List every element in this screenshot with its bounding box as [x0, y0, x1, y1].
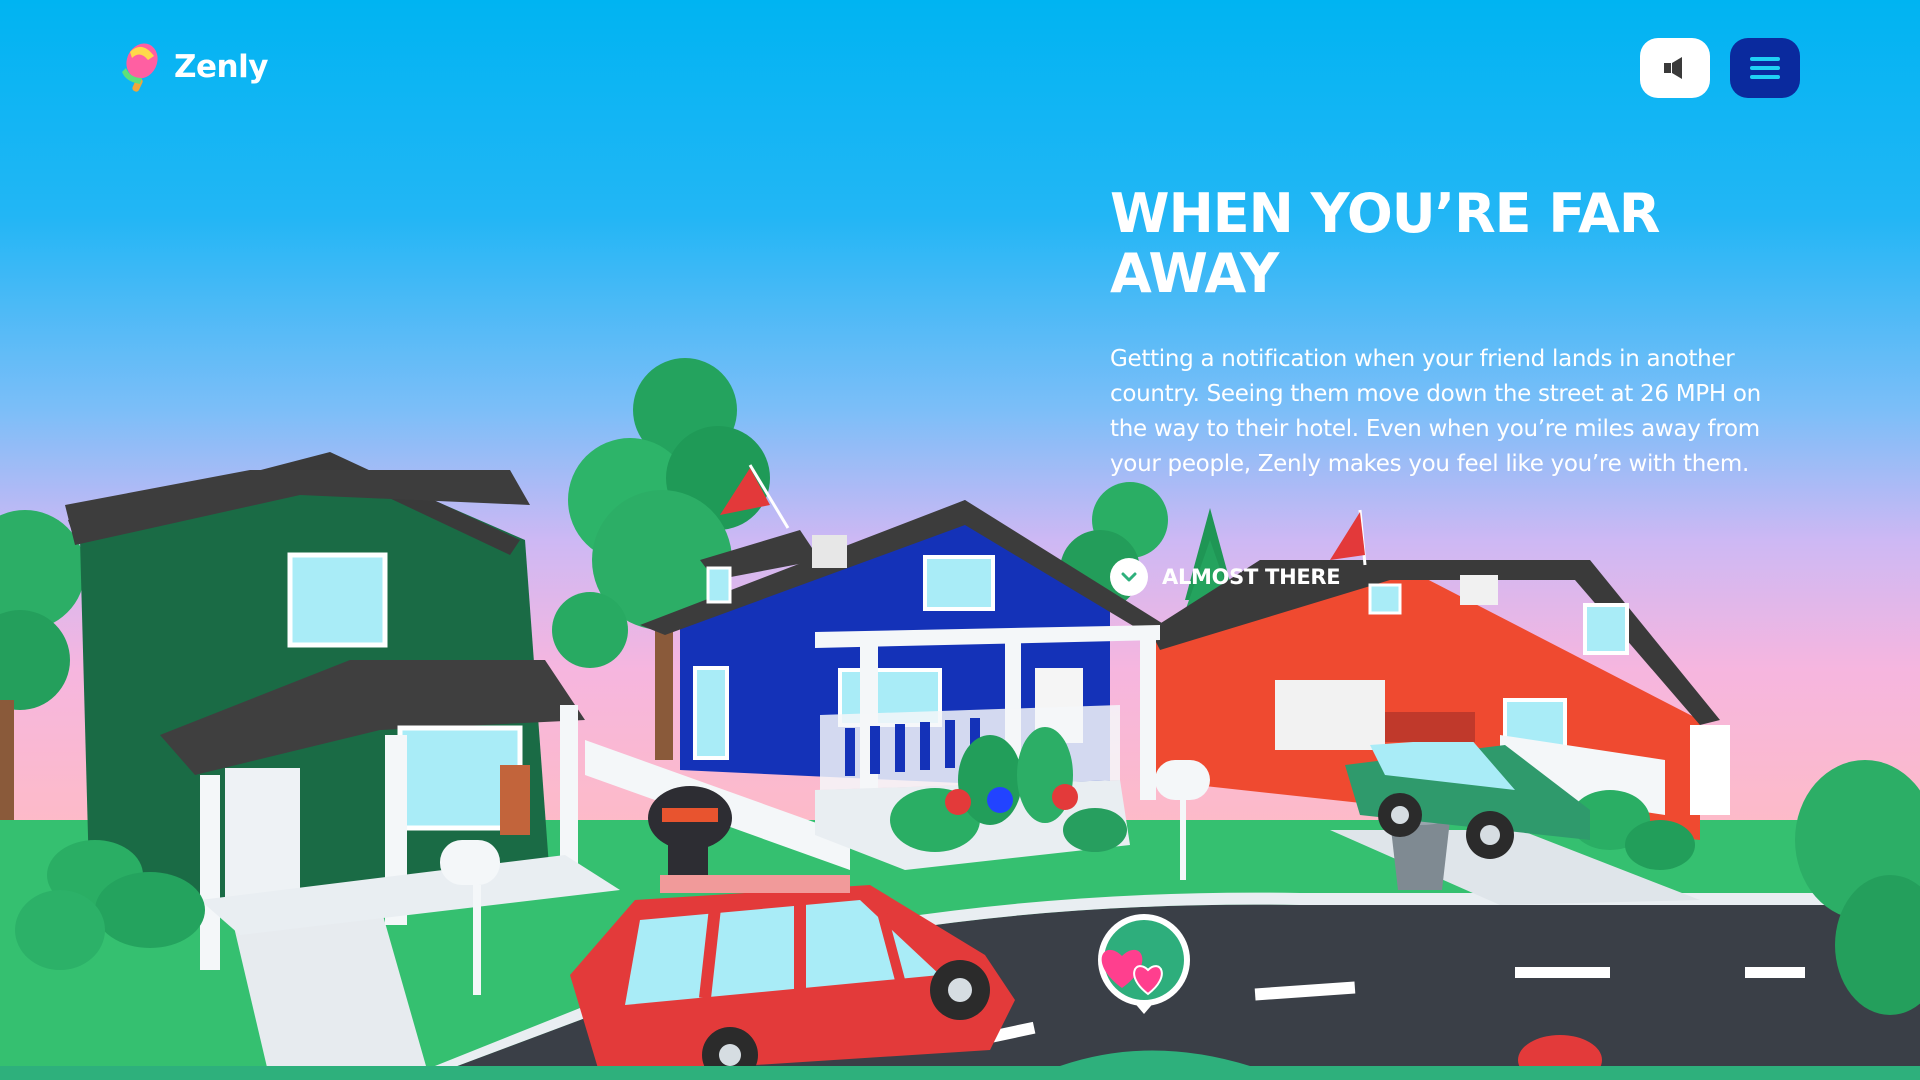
hero-description: Getting a notification when your friend … — [1110, 346, 1761, 477]
sound-toggle-button[interactable] — [1640, 38, 1710, 98]
speaker-icon — [1664, 57, 1682, 79]
menu-button[interactable] — [1730, 38, 1800, 98]
popsicle-logo-icon — [122, 43, 158, 92]
almost-there-link[interactable]: ALMOST THERE — [1110, 558, 1341, 596]
hamburger-menu-icon — [1750, 57, 1780, 79]
zenly-logo[interactable]: Zenly — [118, 42, 268, 92]
neighborhood-illustration — [0, 0, 1920, 1080]
hearts-pin-icon — [1098, 914, 1190, 1014]
almost-there-label: ALMOST THERE — [1162, 565, 1341, 589]
hero-title: WHEN YOU’RE FAR AWAY — [1110, 182, 1660, 305]
footer-strip — [0, 1066, 1920, 1080]
chevron-down-icon — [1110, 558, 1148, 596]
brand-name: Zenly — [174, 49, 268, 85]
